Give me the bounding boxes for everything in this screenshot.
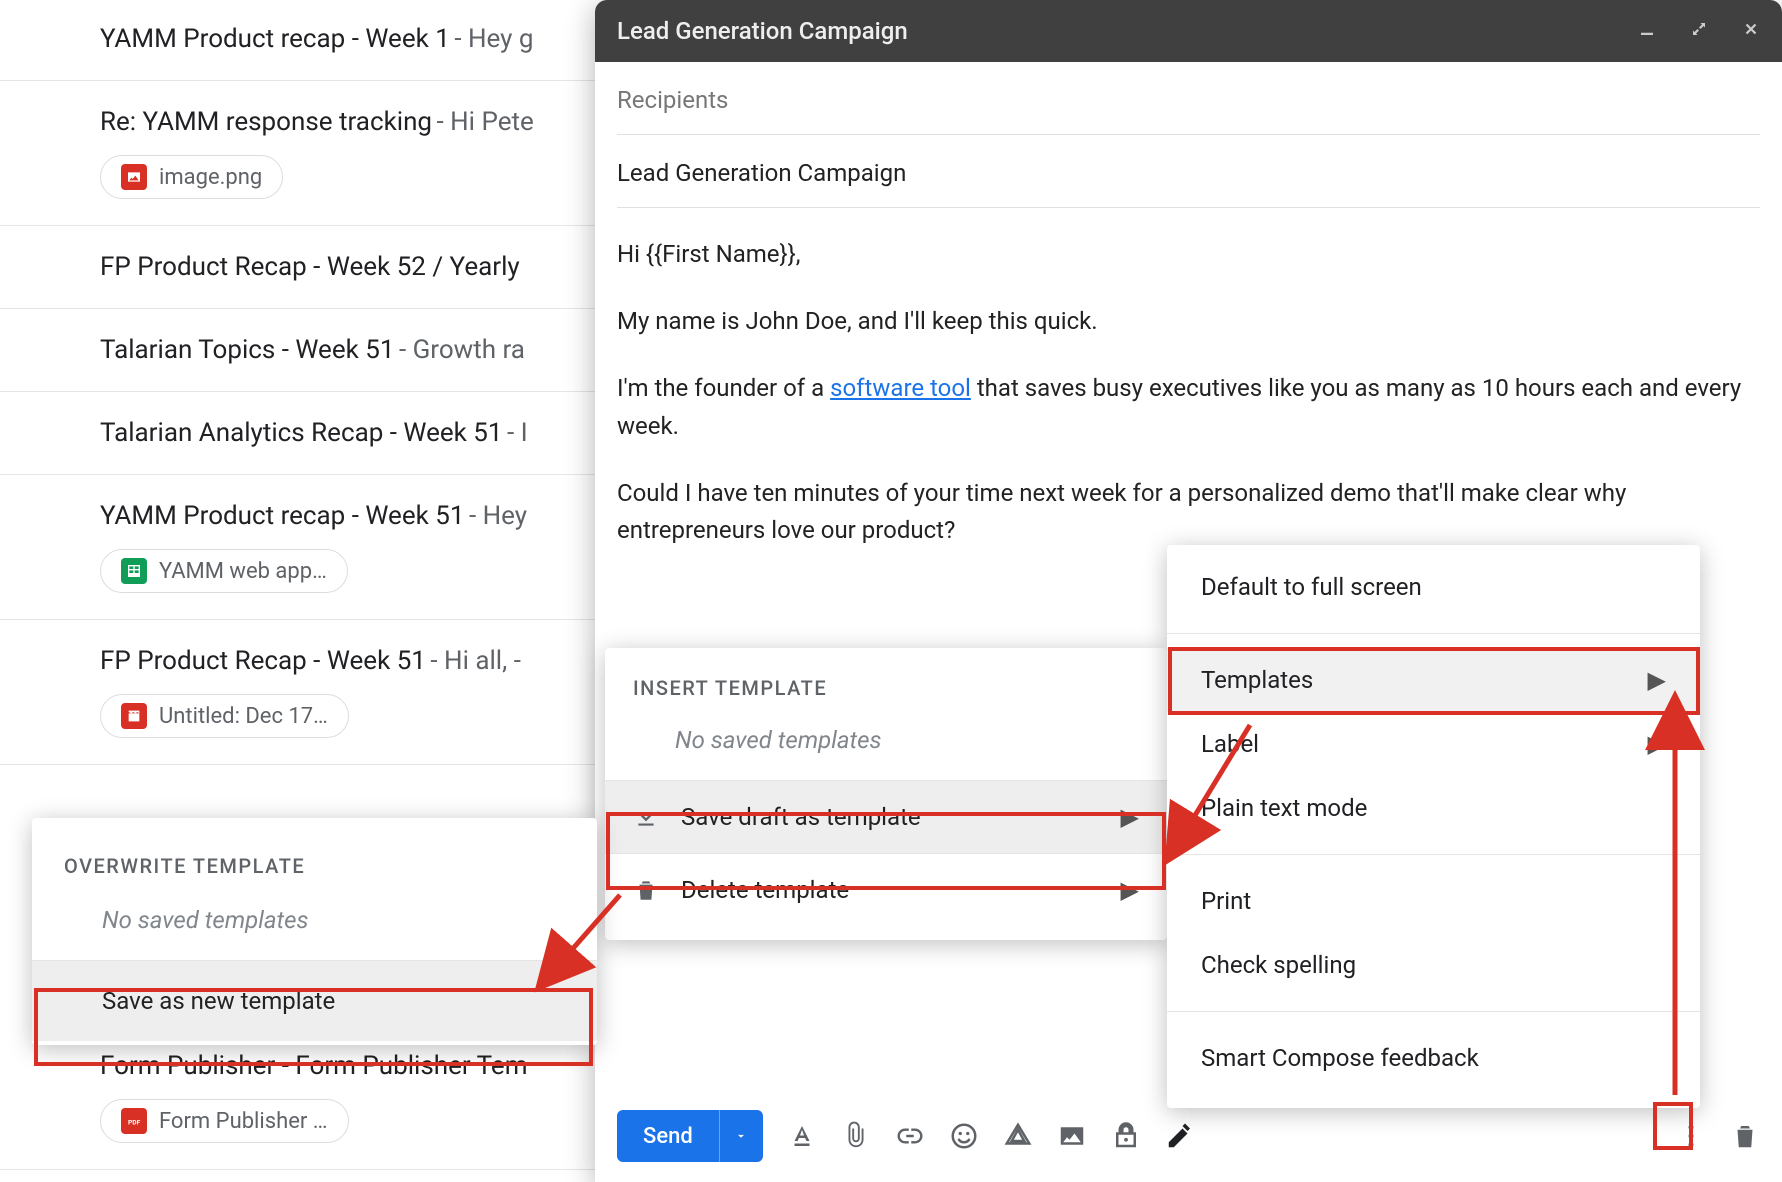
email-row[interactable]: Re: YAMM response tracking - Hi Pete ima…	[0, 81, 608, 226]
chevron-right-icon: ▶	[1121, 876, 1139, 904]
body-line: I'm the founder of a software tool that …	[617, 370, 1760, 444]
email-row[interactable]: Form Publisher - Form Publisher Tem PDF …	[0, 1025, 608, 1170]
compose-header: Lead Generation Campaign	[595, 0, 1782, 62]
attachment-chip[interactable]: Untitled: Dec 17…	[100, 694, 349, 738]
body-line: Hi {{First Name}},	[617, 236, 1760, 273]
image-icon	[121, 164, 147, 190]
emoji-icon[interactable]	[949, 1121, 979, 1151]
menu-label[interactable]: Label ▶	[1167, 712, 1700, 776]
download-icon	[633, 804, 659, 830]
attachment-chip[interactable]: YAMM web app…	[100, 549, 348, 593]
attach-icon[interactable]	[841, 1121, 871, 1151]
email-preview: - Hey g	[454, 24, 533, 54]
email-row[interactable]: FP Product Recap - Week 52 / Yearly	[0, 226, 608, 309]
email-subject: Talarian Analytics Recap - Week 51	[100, 418, 503, 448]
menu-default-fullscreen[interactable]: Default to full screen	[1167, 555, 1700, 619]
trash-icon	[633, 877, 659, 903]
more-options-menu: Default to full screen Templates ▶ Label…	[1167, 545, 1700, 1108]
fullscreen-icon[interactable]	[1690, 20, 1708, 43]
send-dropdown-icon[interactable]	[719, 1110, 763, 1162]
email-preview: - Hi Pete	[437, 107, 534, 137]
menu-save-draft-template[interactable]: Save draft as template ▶	[605, 781, 1167, 853]
overwrite-empty: No saved templates	[32, 892, 597, 960]
send-button[interactable]: Send	[617, 1110, 763, 1162]
email-row[interactable]: Talarian Analytics Recap - Week 51 - I	[0, 392, 608, 475]
menu-smart-compose[interactable]: Smart Compose feedback	[1167, 1026, 1700, 1090]
email-subject: FP Product Recap - Week 51	[100, 646, 426, 676]
body-line: My name is John Doe, and I'll keep this …	[617, 303, 1760, 340]
attachment-label: image.png	[159, 165, 262, 190]
more-options-icon[interactable]	[1676, 1121, 1706, 1151]
formatting-icon[interactable]	[787, 1121, 817, 1151]
email-subject: Re: YAMM response tracking	[100, 107, 432, 137]
link-icon[interactable]	[895, 1121, 925, 1151]
chevron-right-icon: ▶	[1121, 803, 1139, 831]
menu-check-spelling[interactable]: Check spelling	[1167, 933, 1700, 997]
templates-header: INSERT TEMPLATE	[605, 662, 1167, 712]
menu-templates[interactable]: Templates ▶	[1167, 648, 1700, 712]
menu-print[interactable]: Print	[1167, 869, 1700, 933]
email-subject: YAMM Product recap - Week 1	[100, 24, 450, 54]
email-preview: - Hey	[469, 501, 527, 531]
email-subject: Talarian Topics - Week 51	[100, 335, 394, 365]
menu-plain-text[interactable]: Plain text mode	[1167, 776, 1700, 840]
svg-text:PDF: PDF	[128, 1118, 141, 1126]
attachment-chip[interactable]: image.png	[100, 155, 283, 199]
email-row[interactable]: YAMM Product recap - Week 51 - Hey YAMM …	[0, 475, 608, 620]
send-label: Send	[617, 1110, 719, 1162]
video-icon	[121, 703, 147, 729]
email-row[interactable]: Talarian Topics - Week 51 - Growth ra	[0, 309, 608, 392]
templates-submenu: INSERT TEMPLATE No saved templates Save …	[605, 648, 1167, 940]
subject-field[interactable]: Lead Generation Campaign	[617, 135, 1760, 208]
attachment-label: Form Publisher …	[159, 1109, 328, 1134]
compose-body[interactable]: Hi {{First Name}}, My name is John Doe, …	[617, 208, 1760, 549]
email-preview: - I	[507, 418, 528, 448]
confidential-icon[interactable]	[1111, 1121, 1141, 1151]
overwrite-submenu: OVERWRITE TEMPLATE No saved templates Sa…	[32, 818, 597, 1045]
chevron-right-icon: ▶	[1648, 730, 1666, 758]
recipients-field[interactable]: Recipients	[617, 62, 1760, 135]
photo-icon[interactable]	[1057, 1121, 1087, 1151]
email-row[interactable]: YAMM Product recap - Week 1 - Hey g	[0, 0, 608, 81]
close-icon[interactable]	[1742, 20, 1760, 43]
attachment-label: Untitled: Dec 17…	[159, 704, 328, 729]
email-preview: - Hi all, -	[430, 646, 521, 676]
email-row[interactable]: FP Product Recap - Week 51 - Hi all, - U…	[0, 620, 608, 765]
minimize-icon[interactable]	[1638, 20, 1656, 43]
attachment-chip[interactable]: PDF Form Publisher …	[100, 1099, 349, 1143]
email-preview: - Growth ra	[399, 335, 525, 365]
email-subject: FP Product Recap - Week 52 / Yearly	[100, 252, 520, 282]
menu-delete-template[interactable]: Delete template ▶	[605, 854, 1167, 926]
email-subject: YAMM Product recap - Week 51	[100, 501, 464, 531]
drive-icon[interactable]	[1003, 1121, 1033, 1151]
menu-save-as-new-template[interactable]: Save as new template	[32, 961, 597, 1041]
chevron-right-icon: ▶	[1648, 666, 1666, 694]
discard-icon[interactable]	[1730, 1121, 1760, 1151]
overwrite-header: OVERWRITE TEMPLATE	[32, 836, 597, 892]
email-subject: Form Publisher - Form Publisher Tem	[100, 1051, 528, 1081]
sheets-icon	[121, 558, 147, 584]
attachment-label: YAMM web app…	[159, 559, 327, 584]
templates-empty: No saved templates	[605, 712, 1167, 780]
signature-icon[interactable]	[1165, 1121, 1195, 1151]
body-line: Could I have ten minutes of your time ne…	[617, 475, 1760, 549]
pdf-icon: PDF	[121, 1108, 147, 1134]
software-tool-link[interactable]: software tool	[830, 374, 971, 402]
compose-title: Lead Generation Campaign	[617, 17, 908, 45]
